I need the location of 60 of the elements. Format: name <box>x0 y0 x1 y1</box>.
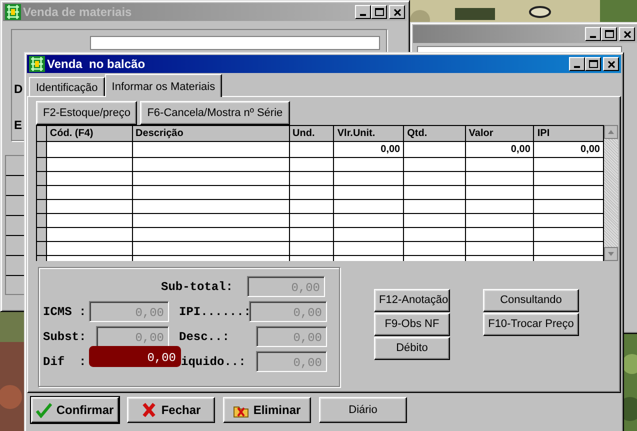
row-header <box>36 126 46 142</box>
table-cell: 0,00 <box>334 142 404 158</box>
input-field[interactable] <box>90 36 380 50</box>
action-button[interactable]: Consultando <box>483 289 579 312</box>
value-field[interactable]: 0,00 <box>89 346 181 366</box>
tab[interactable]: Informar os Materiais <box>104 74 222 97</box>
minimize-icon <box>590 36 596 38</box>
app-icon <box>5 4 21 20</box>
close-button[interactable] <box>603 57 619 71</box>
column-header: Descrição <box>132 126 290 142</box>
field-label: Sub-total: <box>161 278 234 296</box>
scroll-up-icon <box>604 125 618 139</box>
minimize-button[interactable] <box>569 57 585 71</box>
column-header: Valor <box>465 126 534 142</box>
check-icon <box>36 402 52 418</box>
footer-button[interactable]: Confirmar <box>31 397 119 423</box>
window-title: Venda no balcão <box>47 56 146 73</box>
tab[interactable]: Identificação <box>29 77 105 96</box>
action-button[interactable]: F12-Anotação <box>374 289 450 312</box>
maximize-icon <box>374 8 384 16</box>
minimize-icon <box>360 14 366 16</box>
field-label: D <box>14 82 23 96</box>
action-button[interactable]: Débito <box>374 337 450 360</box>
column-header: IPI <box>534 126 604 142</box>
field-label: Dif : <box>43 354 88 370</box>
action-button[interactable]: F9-Obs NF <box>374 313 450 336</box>
column-header: Und. <box>289 126 334 142</box>
close-icon <box>624 30 630 38</box>
close-icon <box>394 8 400 16</box>
close-button[interactable] <box>619 27 635 41</box>
maximize-icon <box>588 60 598 68</box>
column-header: Qtd. <box>404 126 466 142</box>
minimize-button[interactable] <box>585 27 601 41</box>
field-label: ICMS : <box>43 304 88 320</box>
close-icon <box>608 60 614 68</box>
maximize-button[interactable] <box>585 57 601 71</box>
field-label: iquido..: <box>181 354 247 370</box>
maximize-icon <box>604 30 614 38</box>
table-cell: 0,00 <box>465 142 534 158</box>
field-label: Desc..: <box>179 328 230 346</box>
field-label: E <box>14 118 22 132</box>
footer-button[interactable]: Eliminar <box>223 397 311 423</box>
toolbar-button[interactable]: F6-Cancela/Mostra nº Série <box>140 101 290 125</box>
table-cell: 0,00 <box>534 142 604 158</box>
minimize-button[interactable] <box>355 5 371 19</box>
column-header: Cód. (F4) <box>46 126 132 142</box>
scrollbar[interactable] <box>604 125 618 261</box>
toolbar-button[interactable]: F2-Estoque/preço <box>36 101 138 125</box>
maximize-button[interactable] <box>371 5 387 19</box>
minimize-icon <box>574 66 580 68</box>
app-icon <box>29 56 45 72</box>
footer-button[interactable]: Diário <box>319 397 407 423</box>
maximize-button[interactable] <box>601 27 617 41</box>
column-header: Vlr.Unit. <box>334 126 404 142</box>
field-label: Subst: <box>43 328 88 346</box>
footer-button[interactable]: Fechar <box>127 397 215 423</box>
action-button[interactable]: F10-Trocar Preço <box>483 313 579 336</box>
close-button[interactable] <box>389 5 405 19</box>
scroll-down-icon <box>604 247 618 261</box>
close-icon <box>141 402 158 418</box>
